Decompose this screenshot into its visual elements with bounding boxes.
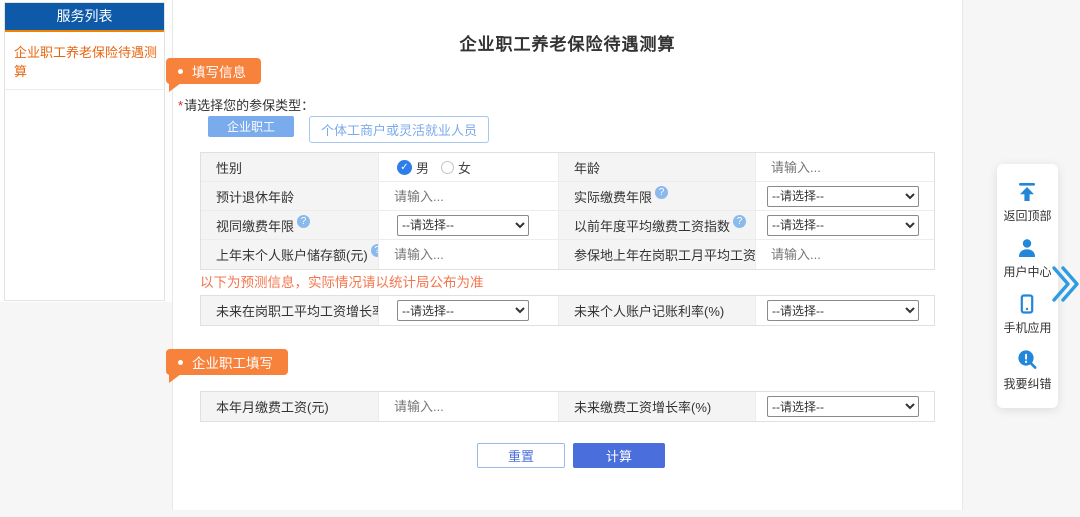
future-account-rate-label: 未来个人账户记账利率(%) (559, 296, 756, 325)
future-wage-growth-cell: --请选择-- (379, 296, 559, 325)
bullet-icon (178, 360, 183, 365)
actual-years-select[interactable]: --请选择-- (767, 186, 919, 207)
retire-age-label: 预计退休年龄 (201, 182, 379, 211)
future-account-rate-select[interactable]: --请选择-- (767, 300, 919, 321)
error-report-icon (1015, 348, 1039, 372)
type-button-flexible-employment[interactable]: 个体工商户或灵活就业人员 (309, 116, 489, 143)
future-wage-growth-select[interactable]: --请选择-- (397, 300, 529, 321)
future-pay-growth-label: 未来缴费工资增长率(%) (559, 392, 756, 421)
monthly-wage-input[interactable] (394, 399, 550, 414)
monthly-wage-label: 本年月缴费工资(元) (201, 392, 379, 421)
insured-type-label-text: 请选择您的参保类型： (184, 98, 314, 113)
actual-years-label: 实际缴费年限 (574, 187, 652, 206)
account-balance-label-cell: 上年末个人账户储存额(元) ? (201, 240, 379, 269)
future-wage-growth-label: 未来在岗职工平均工资增长率(%) (201, 296, 379, 325)
error-report-item[interactable]: 我要纠错 (1003, 348, 1051, 392)
phone-icon (1015, 292, 1039, 316)
quick-panel: 返回顶部 用户中心 手机应用 我要纠错 (997, 164, 1058, 408)
actual-years-label-cell: 实际缴费年限 ? (559, 182, 756, 211)
local-avg-wage-cell (756, 240, 934, 269)
employee-fill-table: 本年月缴费工资(元) 未来缴费工资增长率(%) --请选择-- (200, 391, 935, 422)
error-report-label: 我要纠错 (1003, 375, 1051, 392)
deemed-years-select[interactable]: --请选择-- (397, 215, 529, 236)
sidebar-header: 服务列表 (5, 3, 164, 32)
avg-wage-index-cell: --请选择-- (756, 211, 934, 240)
back-to-top-icon (1015, 180, 1039, 204)
gender-cell: ✓ 男 女 (379, 153, 559, 182)
panel-collapse-toggle[interactable] (1051, 263, 1079, 310)
avg-wage-index-label: 以前年度平均缴费工资指数 (574, 216, 730, 235)
deemed-years-cell: --请选择-- (379, 211, 559, 240)
radio-unchecked-icon[interactable] (441, 161, 454, 174)
help-icon[interactable]: ? (371, 244, 379, 257)
insured-type-options: 企业职工 个体工商户或灵活就业人员 (208, 116, 489, 143)
back-to-top-label: 返回顶部 (1003, 207, 1051, 224)
service-sidebar: 服务列表 企业职工养老保险待遇测算 (4, 2, 165, 301)
account-balance-input[interactable] (394, 247, 550, 262)
page: 服务列表 企业职工养老保险待遇测算 企业职工养老保险待遇测算 填写信息 *请选择… (0, 0, 1080, 517)
form-actions: 重置 计算 (477, 443, 665, 468)
help-icon[interactable]: ? (733, 215, 746, 228)
local-avg-wage-label: 参保地上年在岗职工月平均工资(元) (574, 245, 756, 264)
type-button-company-employee[interactable]: 企业职工 (208, 116, 294, 137)
gender-radio-group: ✓ 男 女 (397, 158, 479, 177)
gender-label: 性别 (201, 153, 379, 182)
required-asterisk: * (178, 98, 183, 113)
local-avg-wage-label-cell: 参保地上年在岗职工月平均工资(元) ? (559, 240, 756, 269)
help-icon[interactable]: ? (655, 186, 668, 199)
calculate-button[interactable]: 计算 (573, 443, 665, 468)
future-pay-growth-select[interactable]: --请选择-- (767, 396, 919, 417)
user-icon (1015, 236, 1039, 260)
future-account-rate-cell: --请选择-- (756, 296, 934, 325)
help-icon[interactable]: ? (297, 215, 310, 228)
mobile-app-item[interactable]: 手机应用 (1003, 292, 1051, 336)
user-center-item[interactable]: 用户中心 (1003, 236, 1051, 280)
age-label: 年龄 (559, 153, 756, 182)
section-badge-fill-info: 填写信息 (166, 58, 261, 84)
gender-female-label: 女 (458, 158, 471, 177)
monthly-wage-cell (379, 392, 559, 421)
basic-info-table: 性别 ✓ 男 女 年龄 预计退休年龄 实际缴费年限 ? --请选择-- 视同缴费… (200, 152, 935, 270)
insured-type-label: *请选择您的参保类型： (178, 95, 314, 114)
account-balance-cell (379, 240, 559, 269)
double-chevron-right-icon (1051, 263, 1079, 305)
retire-age-cell (379, 182, 559, 211)
back-to-top-item[interactable]: 返回顶部 (1003, 180, 1051, 224)
age-input[interactable] (771, 160, 926, 175)
avg-wage-index-select[interactable]: --请选择-- (767, 215, 919, 236)
bullet-icon (178, 69, 183, 74)
radio-checked-icon[interactable]: ✓ (397, 160, 412, 175)
future-pay-growth-cell: --请选择-- (756, 392, 934, 421)
actual-years-cell: --请选择-- (756, 182, 934, 211)
prediction-note: 以下为预测信息，实际情况请以统计局公布为准 (200, 271, 484, 291)
age-cell (756, 153, 934, 182)
deemed-years-label: 视同缴费年限 (216, 216, 294, 235)
page-title: 企业职工养老保险待遇测算 (173, 30, 962, 55)
account-balance-label: 上年末个人账户储存额(元) (216, 245, 368, 264)
sidebar-item-pension-calc[interactable]: 企业职工养老保险待遇测算 (5, 32, 164, 90)
prediction-table: 未来在岗职工平均工资增长率(%) --请选择-- 未来个人账户记账利率(%) -… (200, 295, 935, 326)
gender-male-label: 男 (416, 158, 429, 177)
user-center-label: 用户中心 (1003, 263, 1051, 280)
section-badge-employee-fill: 企业职工填写 (166, 349, 288, 375)
retire-age-input[interactable] (394, 189, 550, 204)
local-avg-wage-input[interactable] (771, 247, 926, 262)
section-badge-label: 填写信息 (192, 61, 246, 81)
deemed-years-label-cell: 视同缴费年限 ? (201, 211, 379, 240)
section-badge-label: 企业职工填写 (192, 352, 273, 372)
avg-wage-index-label-cell: 以前年度平均缴费工资指数 ? (559, 211, 756, 240)
reset-button[interactable]: 重置 (477, 443, 565, 468)
mobile-app-label: 手机应用 (1003, 319, 1051, 336)
